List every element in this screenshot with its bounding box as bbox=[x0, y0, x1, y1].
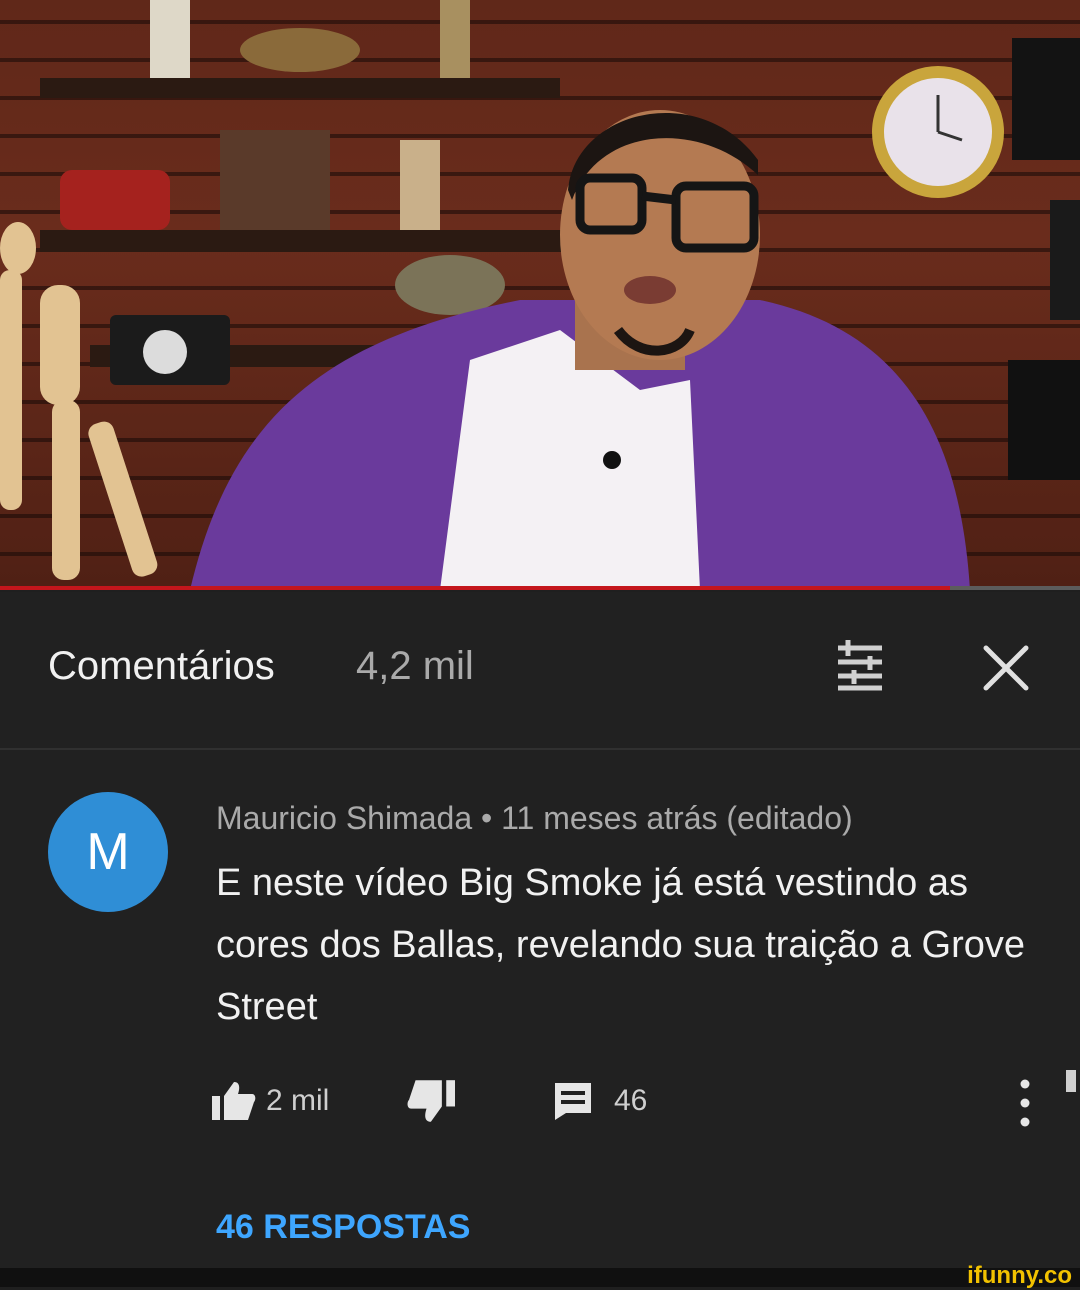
wall-frame-1 bbox=[1012, 38, 1080, 160]
view-replies-link[interactable]: 46 RESPOSTAS bbox=[216, 1208, 470, 1247]
camera-lens bbox=[143, 330, 187, 374]
like-count: 2 mil bbox=[266, 1084, 330, 1117]
comments-title: Comentários bbox=[48, 644, 275, 688]
wall-frame-3 bbox=[1008, 360, 1080, 480]
dislike-button[interactable] bbox=[406, 1078, 458, 1124]
more-options-icon[interactable] bbox=[1010, 1076, 1040, 1130]
shelf-plate bbox=[395, 255, 505, 315]
avatar-letter: M bbox=[86, 823, 130, 881]
sort-filter-icon[interactable] bbox=[830, 638, 890, 694]
shelf-middle bbox=[40, 230, 580, 252]
video-player[interactable] bbox=[0, 0, 1080, 590]
comments-count: 4,2 mil bbox=[356, 644, 474, 688]
comment-text: E neste vídeo Big Smoke já está vestindo… bbox=[216, 862, 1025, 1028]
reply-button[interactable]: 46 bbox=[552, 1078, 647, 1124]
red-object bbox=[60, 170, 170, 230]
close-icon[interactable] bbox=[980, 642, 1032, 694]
lapel-microphone bbox=[603, 451, 621, 469]
like-button[interactable]: 2 mil bbox=[210, 1076, 329, 1126]
comment-reply-icon bbox=[555, 1083, 591, 1120]
figurine-object bbox=[150, 0, 190, 78]
ifunny-watermark: ifunny.co bbox=[967, 1262, 1072, 1289]
reply-count: 46 bbox=[614, 1084, 648, 1117]
comment-author-meta: Mauricio Shimada • 11 meses atrás (edita… bbox=[216, 800, 853, 836]
tower-figurine bbox=[440, 0, 470, 78]
wooden-mannequin bbox=[0, 222, 158, 580]
thumbs-up-icon bbox=[212, 1082, 256, 1120]
comments-header: Comentários 4,2 mil bbox=[0, 592, 1080, 750]
action-figures bbox=[220, 130, 330, 230]
edge-marker bbox=[1066, 1070, 1076, 1092]
avatar[interactable]: M bbox=[48, 792, 168, 912]
video-frame-image bbox=[0, 0, 1080, 590]
wall-frame-2 bbox=[1050, 200, 1080, 320]
mouth bbox=[624, 276, 676, 304]
thumbs-down-icon bbox=[407, 1080, 455, 1122]
bottom-bar bbox=[0, 1268, 1080, 1287]
comment-item: M Mauricio Shimada • 11 meses atrás (edi… bbox=[0, 750, 1080, 1270]
book-figure bbox=[400, 140, 440, 230]
bowl-object bbox=[240, 28, 360, 72]
video-progress-fill bbox=[0, 586, 951, 590]
shelf-top bbox=[40, 78, 560, 98]
video-progress-bar[interactable] bbox=[0, 586, 1080, 590]
